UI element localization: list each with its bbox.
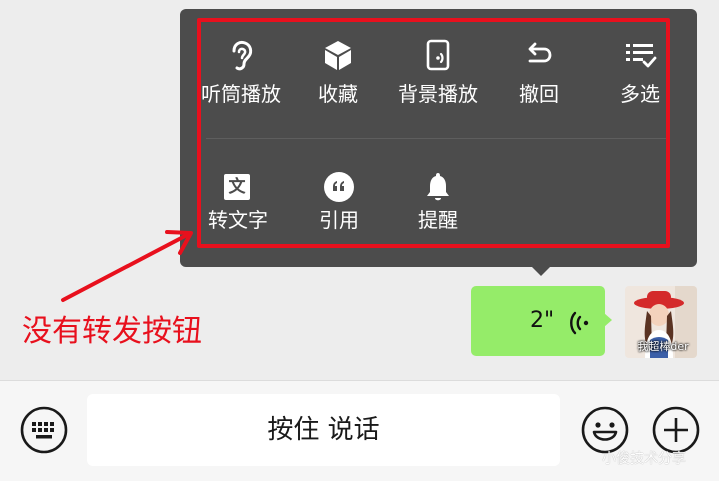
avatar-caption: 我超棒der xyxy=(637,340,689,353)
annotation-arrow-icon xyxy=(61,230,193,302)
menu-highlight-box xyxy=(197,18,670,248)
menu-pointer-arrow xyxy=(531,266,551,276)
bubble-tail xyxy=(604,313,612,327)
keyboard-icon[interactable] xyxy=(19,405,69,455)
hold-to-talk-label: 按住 说话 xyxy=(267,415,380,445)
watermark: 小俊技术分享 xyxy=(602,451,686,467)
voice-wave-icon xyxy=(570,311,589,335)
voice-duration: 2" xyxy=(530,308,555,333)
annotation-text: 没有转发按钮 xyxy=(22,314,202,349)
plus-icon[interactable] xyxy=(651,405,701,455)
emoji-icon[interactable] xyxy=(580,405,630,455)
